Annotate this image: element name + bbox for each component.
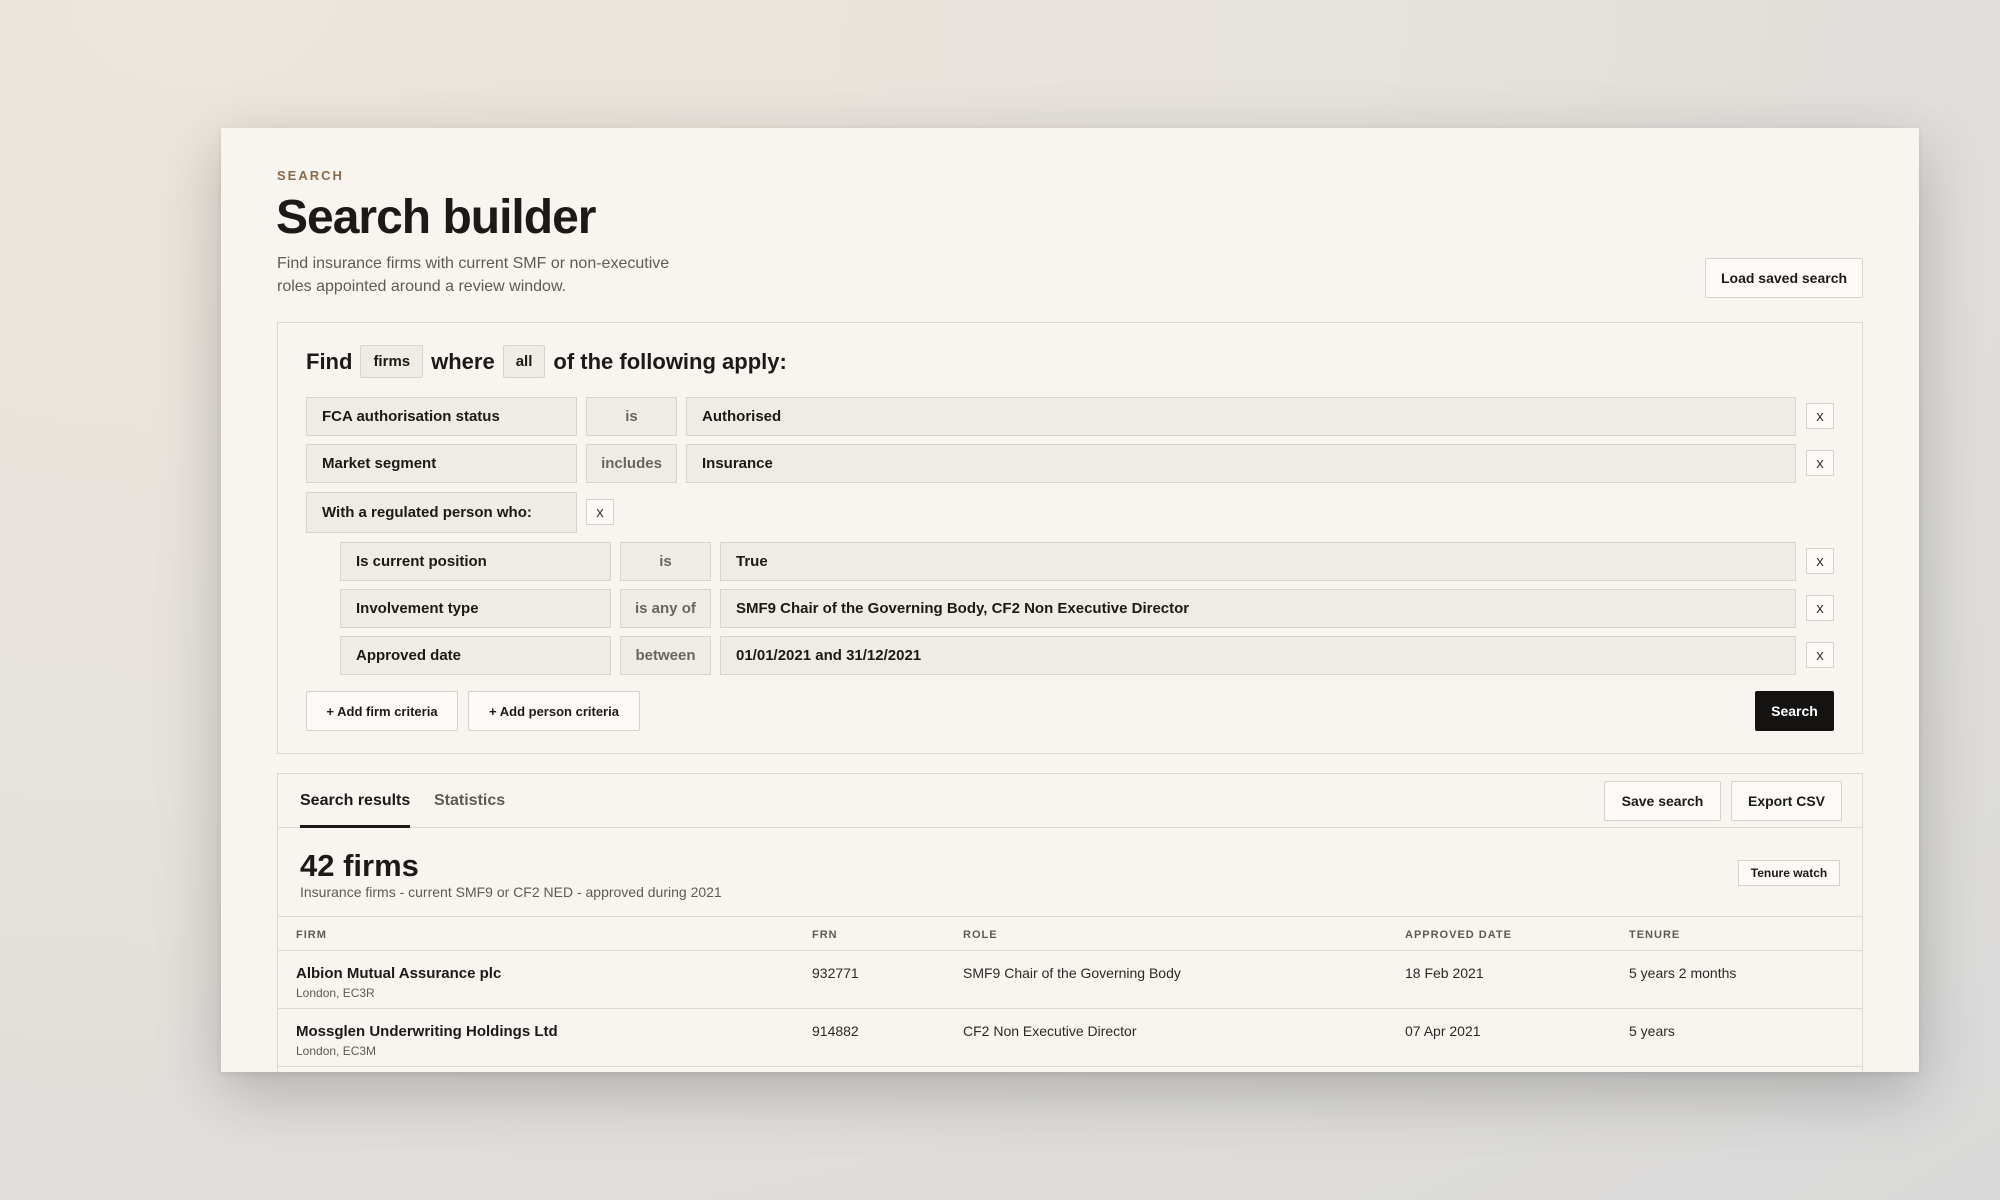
save-search-button[interactable]: Save search — [1604, 781, 1721, 821]
entity-selector[interactable]: firms — [360, 345, 424, 378]
load-saved-search-button[interactable]: Load saved search — [1705, 258, 1863, 298]
criteria-operator[interactable]: is — [586, 397, 677, 436]
remove-criteria-button[interactable]: x — [1806, 403, 1834, 429]
criteria-operator[interactable]: is — [620, 542, 711, 581]
criteria-field[interactable]: Involvement type — [340, 589, 611, 628]
firm-frn: 932771 — [812, 965, 859, 981]
remove-group-button[interactable]: x — [586, 499, 614, 525]
person-group-label[interactable]: With a regulated person who: — [306, 492, 577, 533]
add-firm-criteria-button[interactable]: + Add firm criteria — [306, 691, 458, 731]
criteria-operator[interactable]: is any of — [620, 589, 711, 628]
results-tabs: Search results Statistics Save search Ex… — [278, 774, 1862, 828]
criteria-value[interactable]: SMF9 Chair of the Governing Body, CF2 No… — [720, 589, 1796, 628]
remove-criteria-button[interactable]: x — [1806, 548, 1834, 574]
results-count: 42 firms — [300, 848, 419, 883]
criteria-value[interactable]: Authorised — [686, 397, 1796, 436]
tab-statistics[interactable]: Statistics — [434, 792, 505, 825]
find-label: Find — [306, 348, 353, 374]
criteria-value[interactable]: True — [720, 542, 1796, 581]
criteria-value[interactable]: Insurance — [686, 444, 1796, 483]
find-sentence: Find firms where all of the following ap… — [306, 345, 787, 378]
firm-role: CF2 Non Executive Director — [963, 1023, 1137, 1039]
page-title: Search builder — [276, 191, 596, 244]
criteria-operator[interactable]: includes — [586, 444, 677, 483]
search-button[interactable]: Search — [1755, 691, 1834, 731]
page-eyebrow: SEARCH — [277, 168, 344, 183]
search-builder-panel: SEARCH Search builder Find insurance fir… — [221, 128, 1919, 1072]
firm-name[interactable]: Mossglen Underwriting Holdings Ltd — [296, 1023, 558, 1040]
table-row[interactable]: Mossglen Underwriting Holdings Ltd Londo… — [278, 1009, 1862, 1067]
query-builder: Find firms where all of the following ap… — [277, 322, 1863, 754]
firm-frn: 914882 — [812, 1023, 859, 1039]
criteria-field[interactable]: Approved date — [340, 636, 611, 675]
table-header: FIRM FRN ROLE APPROVED DATE TENURE — [278, 916, 1862, 951]
remove-criteria-button[interactable]: x — [1806, 642, 1834, 668]
firm-location: London, EC3M — [296, 1044, 377, 1058]
tenure: 5 years 2 months — [1629, 965, 1737, 981]
results-summary: Insurance firms - current SMF9 or CF2 NE… — [300, 884, 722, 900]
column-header-approved-date[interactable]: APPROVED DATE — [1405, 929, 1512, 941]
suffix-label: of the following apply: — [553, 348, 787, 374]
column-header-firm[interactable]: FIRM — [296, 929, 327, 941]
firm-role: SMF9 Chair of the Governing Body — [963, 965, 1181, 981]
firm-name[interactable]: Albion Mutual Assurance plc — [296, 965, 501, 982]
where-label: where — [431, 348, 495, 374]
column-header-role[interactable]: ROLE — [963, 929, 998, 941]
export-csv-button[interactable]: Export CSV — [1731, 781, 1842, 821]
add-person-criteria-button[interactable]: + Add person criteria — [468, 691, 640, 731]
criteria-field[interactable]: Market segment — [306, 444, 577, 483]
criteria-operator[interactable]: between — [620, 636, 711, 675]
column-header-frn[interactable]: FRN — [812, 929, 838, 941]
page-subtitle: Find insurance firms with current SMF or… — [277, 255, 670, 295]
remove-criteria-button[interactable]: x — [1806, 595, 1834, 621]
approved-date: 18 Feb 2021 — [1405, 965, 1484, 981]
firm-location: London, EC3R — [296, 986, 375, 1000]
criteria-field[interactable]: FCA authorisation status — [306, 397, 577, 436]
criteria-field[interactable]: Is current position — [340, 542, 611, 581]
quantifier-selector[interactable]: all — [502, 345, 546, 378]
tab-search-results[interactable]: Search results — [300, 792, 411, 828]
table-row[interactable]: Albion Mutual Assurance plc London, EC3R… — [278, 951, 1862, 1009]
column-header-tenure[interactable]: TENURE — [1629, 929, 1680, 941]
criteria-value[interactable]: 01/01/2021 and 31/12/2021 — [720, 636, 1796, 675]
results-panel: Search results Statistics Save search Ex… — [277, 773, 1863, 1072]
approved-date: 07 Apr 2021 — [1405, 1023, 1481, 1039]
tenure-watch-badge[interactable]: Tenure watch — [1738, 860, 1840, 886]
tenure: 5 years — [1629, 1023, 1675, 1039]
remove-criteria-button[interactable]: x — [1806, 450, 1834, 476]
